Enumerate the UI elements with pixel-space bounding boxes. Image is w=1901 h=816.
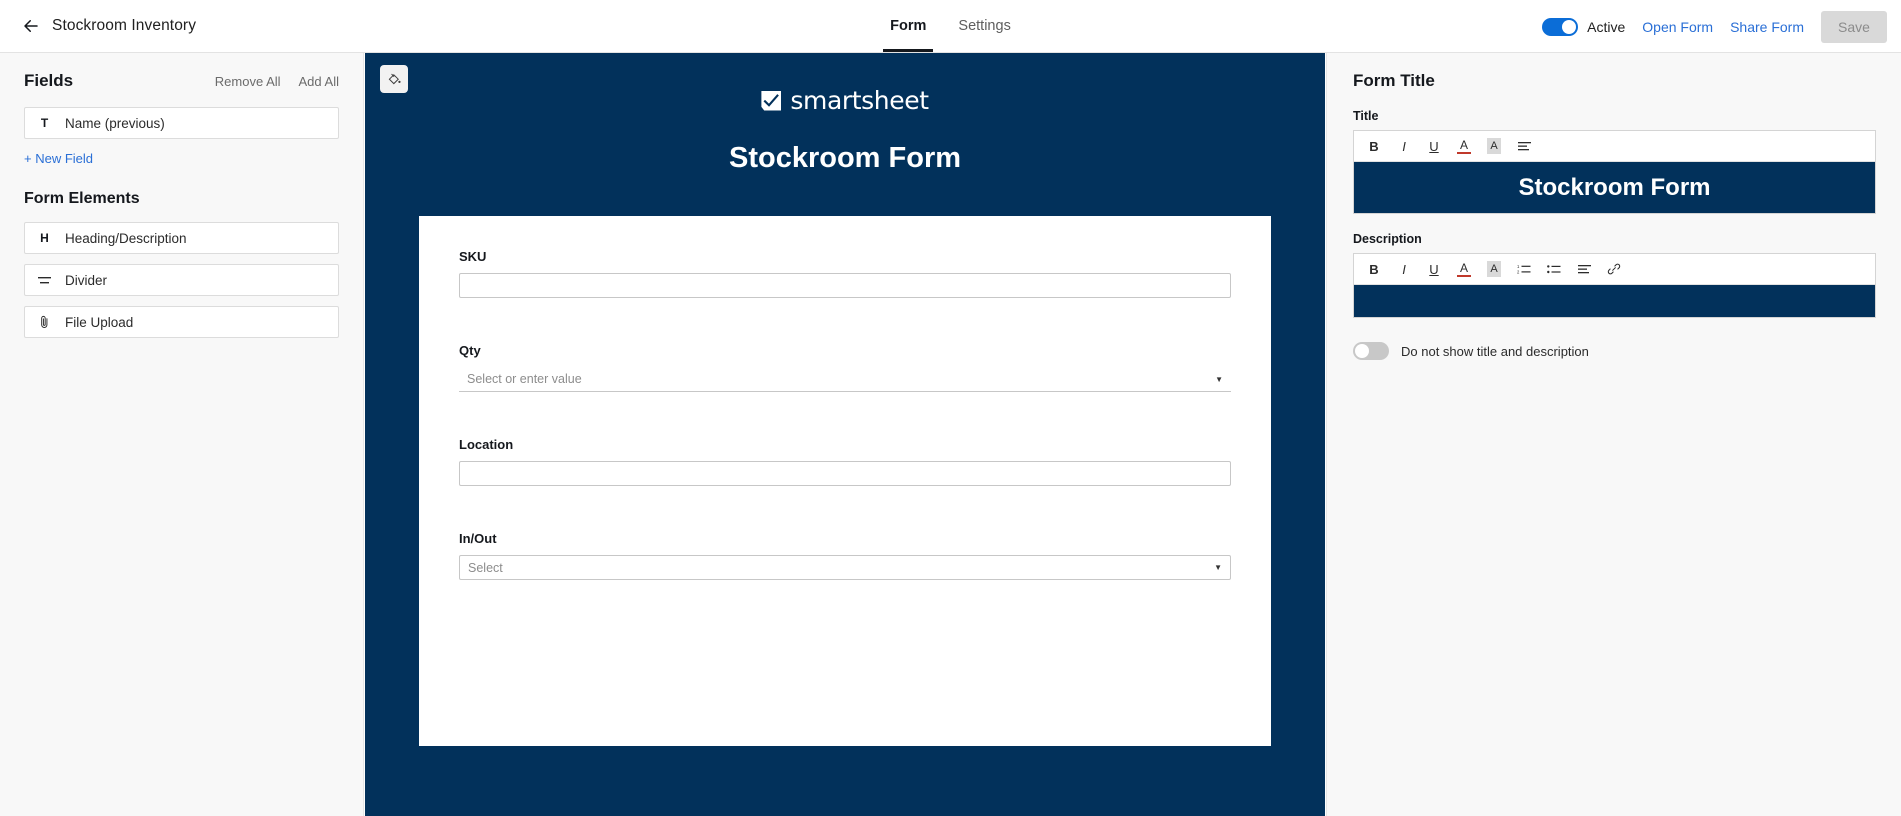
bold-icon[interactable]: B bbox=[1367, 261, 1381, 277]
hide-title-row: Do not show title and description bbox=[1353, 342, 1876, 360]
element-card-divider[interactable]: Divider bbox=[24, 264, 339, 296]
title-editor-value: Stockroom Form bbox=[1518, 173, 1711, 201]
save-button[interactable]: Save bbox=[1821, 10, 1887, 43]
hide-title-toggle-knob bbox=[1355, 344, 1369, 358]
sku-input[interactable] bbox=[459, 273, 1231, 298]
field-card-label: Name (previous) bbox=[65, 115, 165, 131]
in-out-select-placeholder: Select bbox=[468, 560, 503, 575]
element-card-label: Heading/Description bbox=[65, 230, 187, 246]
chevron-down-icon: ▼ bbox=[1214, 563, 1222, 572]
active-toggle-label: Active bbox=[1587, 18, 1626, 35]
top-bar-actions: Active Open Form Share Form Save bbox=[1542, 0, 1887, 53]
open-form-link[interactable]: Open Form bbox=[1642, 19, 1713, 35]
align-icon[interactable] bbox=[1517, 138, 1531, 154]
save-button-label: Save bbox=[1838, 18, 1870, 35]
smartsheet-wordmark: smartsheet bbox=[790, 86, 929, 115]
description-editor: B I U A A 1 2 bbox=[1353, 253, 1876, 318]
description-editor-toolbar: B I U A A 1 2 bbox=[1354, 254, 1875, 285]
active-toggle[interactable] bbox=[1542, 17, 1579, 36]
share-form-link[interactable]: Share Form bbox=[1730, 19, 1804, 35]
heading-icon: H bbox=[40, 231, 49, 245]
paint-bucket-icon bbox=[388, 73, 401, 84]
add-all-button[interactable]: Add All bbox=[299, 74, 339, 89]
right-panel-title: Form Title bbox=[1353, 71, 1435, 90]
divider-icon bbox=[37, 275, 52, 286]
fields-header: Fields Remove All Add All bbox=[24, 53, 339, 91]
italic-icon[interactable]: I bbox=[1397, 138, 1411, 154]
form-field-label: Location bbox=[459, 437, 514, 452]
hide-title-toggle[interactable] bbox=[1353, 342, 1389, 360]
form-elements-title: Form Elements bbox=[24, 190, 140, 207]
element-card-label: Divider bbox=[65, 272, 108, 288]
title-editor-toolbar: B I U A A bbox=[1354, 131, 1875, 162]
element-card-heading-description[interactable]: H Heading/Description bbox=[24, 222, 339, 254]
qty-combobox[interactable]: Select or enter value ▼ bbox=[459, 367, 1231, 392]
underline-icon[interactable]: U bbox=[1427, 138, 1441, 154]
back-button[interactable] bbox=[18, 13, 44, 39]
chevron-down-icon: ▼ bbox=[1215, 374, 1223, 384]
bold-icon[interactable]: B bbox=[1367, 138, 1381, 154]
highlight-color-icon[interactable]: A bbox=[1487, 138, 1501, 154]
form-field-label: In/Out bbox=[459, 531, 497, 546]
align-icon[interactable] bbox=[1577, 261, 1591, 277]
active-toggle-knob bbox=[1562, 19, 1577, 34]
form-field-in-out: In/Out Select ▼ bbox=[459, 531, 1231, 580]
fields-title: Fields bbox=[24, 71, 74, 90]
tab-form[interactable]: Form bbox=[874, 0, 942, 52]
tab-settings-label: Settings bbox=[958, 18, 1011, 34]
underline-icon[interactable]: U bbox=[1427, 261, 1441, 277]
hide-title-toggle-label: Do not show title and description bbox=[1401, 343, 1589, 359]
text-color-icon[interactable]: A bbox=[1457, 261, 1471, 277]
element-card-file-upload[interactable]: File Upload bbox=[24, 306, 339, 338]
form-preview-heading: Stockroom Form bbox=[728, 142, 962, 174]
remove-all-button[interactable]: Remove All bbox=[215, 74, 281, 89]
arrow-left-icon bbox=[24, 20, 38, 32]
title-editor-body[interactable]: Stockroom Form bbox=[1354, 162, 1875, 213]
description-field-label: Description bbox=[1353, 232, 1422, 246]
field-card-name-previous[interactable]: T Name (previous) bbox=[24, 107, 339, 139]
link-icon[interactable] bbox=[1607, 261, 1621, 277]
smartsheet-logo: smartsheet bbox=[365, 86, 1325, 115]
element-card-label: File Upload bbox=[65, 314, 134, 330]
title-editor: B I U A A Stockroom Form bbox=[1353, 130, 1876, 214]
numbered-list-icon[interactable]: 1 2 bbox=[1517, 261, 1531, 277]
location-input[interactable] bbox=[459, 461, 1231, 486]
new-field-button[interactable]: + New Field bbox=[24, 151, 93, 166]
paperclip-icon bbox=[37, 315, 52, 329]
highlight-color-icon[interactable]: A bbox=[1487, 261, 1501, 277]
right-properties-panel: Form Title Title B I U A A Stockroom For… bbox=[1326, 53, 1901, 816]
title-field-label: Title bbox=[1353, 109, 1379, 123]
bullet-list-icon[interactable] bbox=[1547, 261, 1561, 277]
text-field-icon: T bbox=[40, 116, 49, 130]
theme-paint-button[interactable] bbox=[380, 65, 408, 93]
form-field-label: SKU bbox=[459, 249, 487, 264]
top-bar: Stockroom Inventory Form Settings Active… bbox=[0, 0, 1901, 53]
checkbox-check-icon bbox=[761, 90, 782, 111]
svg-text:2: 2 bbox=[1517, 269, 1520, 274]
form-field-sku: SKU bbox=[459, 249, 1231, 298]
left-sidebar: Fields Remove All Add All T Name (previo… bbox=[0, 53, 364, 816]
form-field-label: Qty bbox=[459, 343, 481, 358]
tab-form-label: Form bbox=[890, 18, 927, 34]
in-out-select[interactable]: Select ▼ bbox=[459, 555, 1231, 580]
page-title: Stockroom Inventory bbox=[52, 17, 197, 34]
description-editor-body[interactable] bbox=[1354, 285, 1875, 317]
form-elements-list: H Heading/Description Divider File Uploa… bbox=[24, 222, 339, 338]
form-preview-card: SKU Qty Select or enter value ▼ Location… bbox=[419, 216, 1271, 746]
form-field-qty: Qty Select or enter value ▼ bbox=[459, 343, 1231, 392]
form-field-location: Location bbox=[459, 437, 1231, 486]
qty-combobox-placeholder: Select or enter value bbox=[467, 372, 582, 386]
form-preview-canvas: smartsheet Stockroom Form SKU Qty Select… bbox=[365, 53, 1325, 816]
fields-list: T Name (previous) bbox=[24, 107, 339, 139]
svg-text:1: 1 bbox=[1517, 264, 1520, 269]
tab-settings[interactable]: Settings bbox=[942, 0, 1026, 52]
text-color-icon[interactable]: A bbox=[1457, 138, 1471, 154]
italic-icon[interactable]: I bbox=[1397, 261, 1411, 277]
fields-actions: Remove All Add All bbox=[215, 74, 339, 89]
